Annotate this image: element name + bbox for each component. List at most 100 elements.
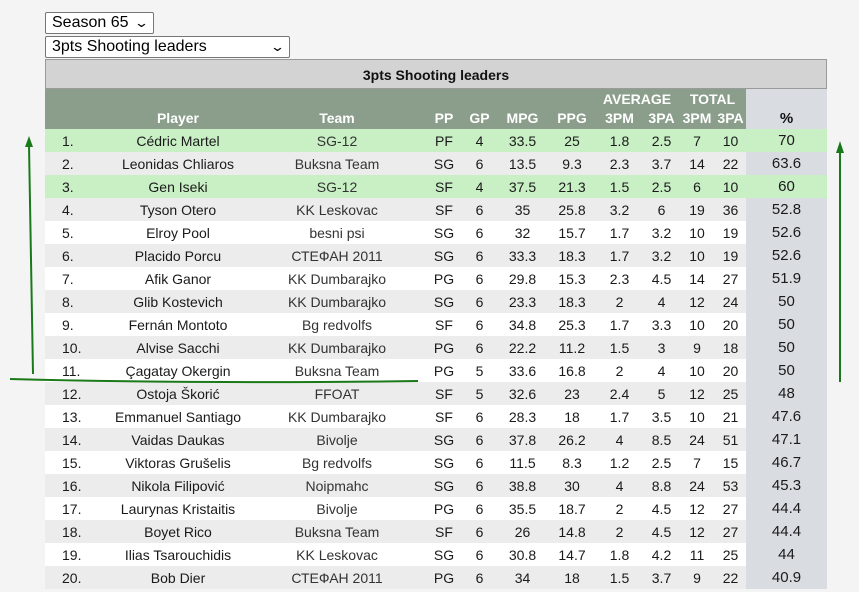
row-total-3pm: 19: [689, 201, 705, 218]
row-player[interactable]: Afik Ganor: [107, 267, 249, 290]
row-games-played: 6: [475, 201, 484, 218]
row-player[interactable]: Glib Kostevich: [107, 290, 249, 313]
annotation-left-arrowhead: [25, 136, 33, 147]
row-team[interactable]: SG-12: [249, 129, 425, 152]
row-player[interactable]: Bob Dier: [107, 566, 249, 589]
row-player[interactable]: Fernán Montoto: [107, 313, 249, 336]
row-rank: 6.: [62, 247, 74, 264]
row-avg-3pm: 2.3: [609, 270, 630, 287]
header-team[interactable]: Team: [249, 109, 425, 129]
row-player[interactable]: Alvise Sacchi: [107, 336, 249, 359]
row-team[interactable]: СТЕФАН 2011: [249, 566, 425, 589]
row-team[interactable]: Buksna Team: [249, 359, 425, 382]
header-percent[interactable]: %: [746, 89, 828, 129]
row-player[interactable]: Emmanuel Santiago: [107, 405, 249, 428]
row-player[interactable]: Boyet Rico: [107, 520, 249, 543]
row-team[interactable]: KK Dumbarajko: [249, 405, 425, 428]
row-total-3pm: 9: [693, 569, 701, 586]
row-ppg: 21.3: [558, 178, 586, 195]
table-row: 20. Bob Dier СТЕФАН 2011 PG 6 34 18 1.5 3.7 9 22 40…: [45, 566, 828, 589]
header-ppg[interactable]: PPG: [549, 109, 595, 129]
row-position: SF: [435, 201, 453, 218]
header-gp[interactable]: GP: [463, 109, 496, 129]
row-total-3pm: 10: [689, 362, 705, 379]
row-player[interactable]: Nikola Filipović: [107, 474, 249, 497]
row-team[interactable]: KK Dumbarajko: [249, 290, 425, 313]
header-total-3pa[interactable]: 3PA: [715, 109, 747, 129]
row-player[interactable]: Placido Porcu: [107, 244, 249, 267]
row-rank: 3.: [62, 178, 74, 195]
row-mpg: 30.8: [508, 546, 537, 563]
table-row: 7. Afik Ganor KK Dumbarajko PG 6 29.8 15.3 2.3 4…: [45, 267, 828, 290]
row-team[interactable]: Buksna Team: [249, 152, 425, 175]
row-mpg: 37.8: [508, 431, 537, 448]
row-percent: 50: [746, 336, 828, 359]
row-team[interactable]: Noipmahc: [249, 474, 425, 497]
row-total-3pm: 7: [693, 454, 701, 471]
header-pp[interactable]: PP: [425, 109, 463, 129]
row-player[interactable]: Ilias Tsarouchidis: [107, 543, 249, 566]
row-position: SG: [433, 546, 455, 563]
leaders-table: AVERAGE TOTAL % Player Team PP GP MPG PP…: [45, 89, 828, 589]
category-select[interactable]: 3pts Shooting leaders ⌄: [45, 36, 290, 58]
row-percent: 47.1: [746, 428, 828, 451]
row-player[interactable]: Cédric Martel: [107, 129, 249, 152]
table-group-header-row: AVERAGE TOTAL %: [45, 89, 828, 129]
row-rank: 4.: [62, 201, 74, 218]
row-total-3pm: 9: [693, 339, 701, 356]
row-total-3pa: 19: [722, 224, 739, 241]
row-games-played: 6: [475, 454, 484, 471]
header-player[interactable]: Player: [107, 109, 249, 129]
row-team[interactable]: Bg redvolfs: [249, 313, 425, 336]
row-team[interactable]: Buksna Team: [249, 520, 425, 543]
row-team[interactable]: KK Leskovac: [249, 543, 425, 566]
row-team[interactable]: SG-12: [249, 175, 425, 198]
row-player[interactable]: Tyson Otero: [107, 198, 249, 221]
row-rank: 10.: [62, 339, 82, 356]
row-percent: 47.6: [746, 405, 828, 428]
row-player[interactable]: Gen Iseki: [107, 175, 249, 198]
row-avg-3pa: 3.7: [651, 155, 672, 172]
row-avg-3pm: 2.4: [609, 385, 630, 402]
row-player[interactable]: Elroy Pool: [107, 221, 249, 244]
row-avg-3pm: 1.5: [609, 178, 630, 195]
row-percent: 70: [746, 129, 828, 152]
row-percent: 44.4: [746, 520, 828, 543]
category-select-value: 3pts Shooting leaders: [52, 38, 207, 55]
header-mpg[interactable]: MPG: [496, 109, 549, 129]
row-ppg: 18.3: [558, 293, 586, 310]
row-games-played: 6: [475, 247, 484, 264]
header-total-3pm[interactable]: 3PM: [679, 109, 716, 129]
header-avg-3pm[interactable]: 3PM: [595, 109, 644, 129]
row-total-3pa: 20: [722, 316, 739, 333]
header-avg-3pa[interactable]: 3PA: [644, 109, 680, 129]
row-team[interactable]: KK Dumbarajko: [249, 336, 425, 359]
row-team[interactable]: besni psi: [249, 221, 425, 244]
row-player[interactable]: Vaidas Daukas: [107, 428, 249, 451]
row-team[interactable]: Bivolje: [249, 428, 425, 451]
row-position: SF: [435, 178, 453, 195]
table-row: 2. Leonidas Chliaros Buksna Team SG 6 13.5 9.3…: [45, 152, 828, 175]
row-team[interactable]: KK Dumbarajko: [249, 267, 425, 290]
row-mpg: 32.6: [508, 385, 537, 402]
row-team[interactable]: СТЕФАН 2011: [249, 244, 425, 267]
row-player[interactable]: Viktoras Grušelis: [107, 451, 249, 474]
header-average: AVERAGE: [595, 89, 680, 109]
table-row: 5. Elroy Pool besni psi SG 6 32 15.7 1.7 3.2 10 19…: [45, 221, 828, 244]
row-player[interactable]: Ostoja Škorić: [107, 382, 249, 405]
row-rank: 12.: [62, 385, 82, 402]
row-total-3pa: 51: [722, 431, 739, 448]
row-team[interactable]: Bivolje: [249, 497, 425, 520]
row-rank: 2.: [62, 155, 74, 172]
row-team[interactable]: Bg redvolfs: [249, 451, 425, 474]
row-avg-3pa: 3.2: [651, 247, 672, 264]
row-player[interactable]: Çagatay Okergin: [107, 359, 249, 382]
row-total-3pm: 11: [689, 546, 705, 563]
row-total-3pa: 25: [722, 385, 739, 402]
season-select[interactable]: Season 65 ⌄: [45, 12, 154, 34]
row-avg-3pm: 1.8: [609, 546, 630, 563]
row-player[interactable]: Laurynas Kristaitis: [107, 497, 249, 520]
row-team[interactable]: KK Leskovac: [249, 198, 425, 221]
row-player[interactable]: Leonidas Chliaros: [107, 152, 249, 175]
row-team[interactable]: FFOAT: [249, 382, 425, 405]
